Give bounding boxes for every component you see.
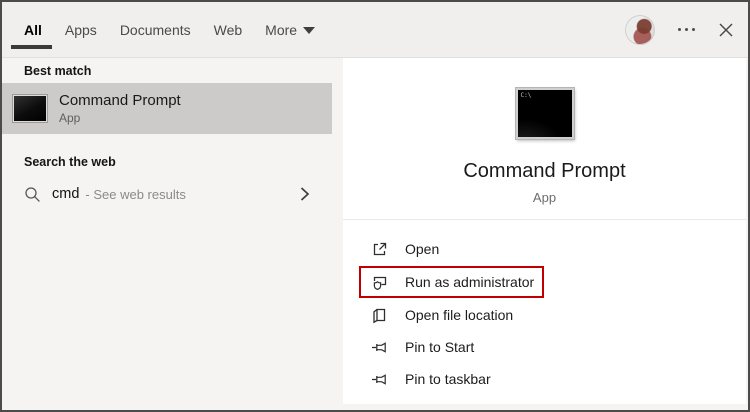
search-flyout-window: All Apps Documents Web More Best match C… (0, 0, 750, 412)
best-match-subtitle: App (59, 111, 81, 125)
action-pin-to-start[interactable]: Pin to Start (370, 332, 746, 362)
tab-all-label: All (24, 21, 42, 38)
action-pin-to-start-label: Pin to Start (405, 339, 475, 355)
tab-documents[interactable]: Documents (120, 2, 191, 57)
more-options-icon[interactable] (674, 24, 699, 35)
web-suffix-text: - See web results (85, 186, 186, 202)
tab-documents-label: Documents (119, 21, 191, 38)
search-filter-tabbar: All Apps Documents Web More (2, 2, 748, 58)
pin-icon (370, 338, 388, 356)
action-open-label: Open (405, 241, 440, 257)
pin-icon (370, 370, 388, 388)
web-search-result[interactable]: cmd - See web results (2, 176, 332, 212)
file-location-icon (370, 306, 388, 324)
command-prompt-icon-large: C:\ (515, 88, 574, 139)
close-icon[interactable] (718, 22, 734, 38)
command-prompt-icon (13, 95, 47, 122)
best-match-title: Command Prompt (59, 92, 181, 109)
chevron-right-icon[interactable] (300, 186, 310, 202)
action-run-as-administrator[interactable]: Run as administrator (370, 269, 534, 295)
search-icon (24, 186, 41, 203)
tab-all[interactable]: All (11, 2, 52, 57)
detail-card: C:\ Command Prompt App Open Run as admin… (343, 58, 746, 404)
action-run-as-administrator-label: Run as administrator (405, 274, 535, 290)
tab-more-label: More (265, 21, 298, 38)
action-pin-to-taskbar[interactable]: Pin to taskbar (370, 364, 746, 394)
filter-tabs: All Apps Documents Web More (11, 2, 316, 57)
active-tab-underline (11, 45, 52, 49)
tab-more[interactable]: More (265, 2, 316, 57)
user-avatar[interactable] (625, 14, 655, 45)
search-results-content: Best match Command Prompt App Search the… (2, 58, 748, 409)
terminal-prompt-text: C:\ (520, 92, 532, 99)
chevron-down-icon (303, 27, 316, 34)
results-pane: Best match Command Prompt App Search the… (2, 58, 343, 409)
annotation-highlight-box: Run as administrator (359, 266, 545, 298)
best-match-text: Command Prompt App (59, 92, 181, 125)
detail-title: Command Prompt (463, 160, 626, 182)
action-open-file-location[interactable]: Open file location (370, 300, 746, 330)
tab-web[interactable]: Web (214, 2, 243, 57)
web-query-text: cmd (52, 186, 80, 202)
topbar-controls (625, 14, 734, 45)
action-open[interactable]: Open (370, 234, 746, 264)
search-the-web-heading: Search the web (24, 155, 116, 169)
admin-shield-icon (370, 273, 388, 291)
detail-subtitle: App (532, 190, 557, 205)
action-open-file-location-label: Open file location (405, 307, 514, 323)
tab-apps-label: Apps (64, 21, 97, 38)
action-pin-to-taskbar-label: Pin to taskbar (405, 371, 491, 387)
best-match-heading: Best match (24, 64, 92, 78)
best-match-result-command-prompt[interactable]: Command Prompt App (2, 83, 332, 134)
launch-icon (370, 240, 388, 258)
tab-web-label: Web (213, 21, 243, 38)
tab-apps[interactable]: Apps (65, 2, 97, 57)
action-list: Open Run as administrator Open file loca… (343, 220, 746, 394)
